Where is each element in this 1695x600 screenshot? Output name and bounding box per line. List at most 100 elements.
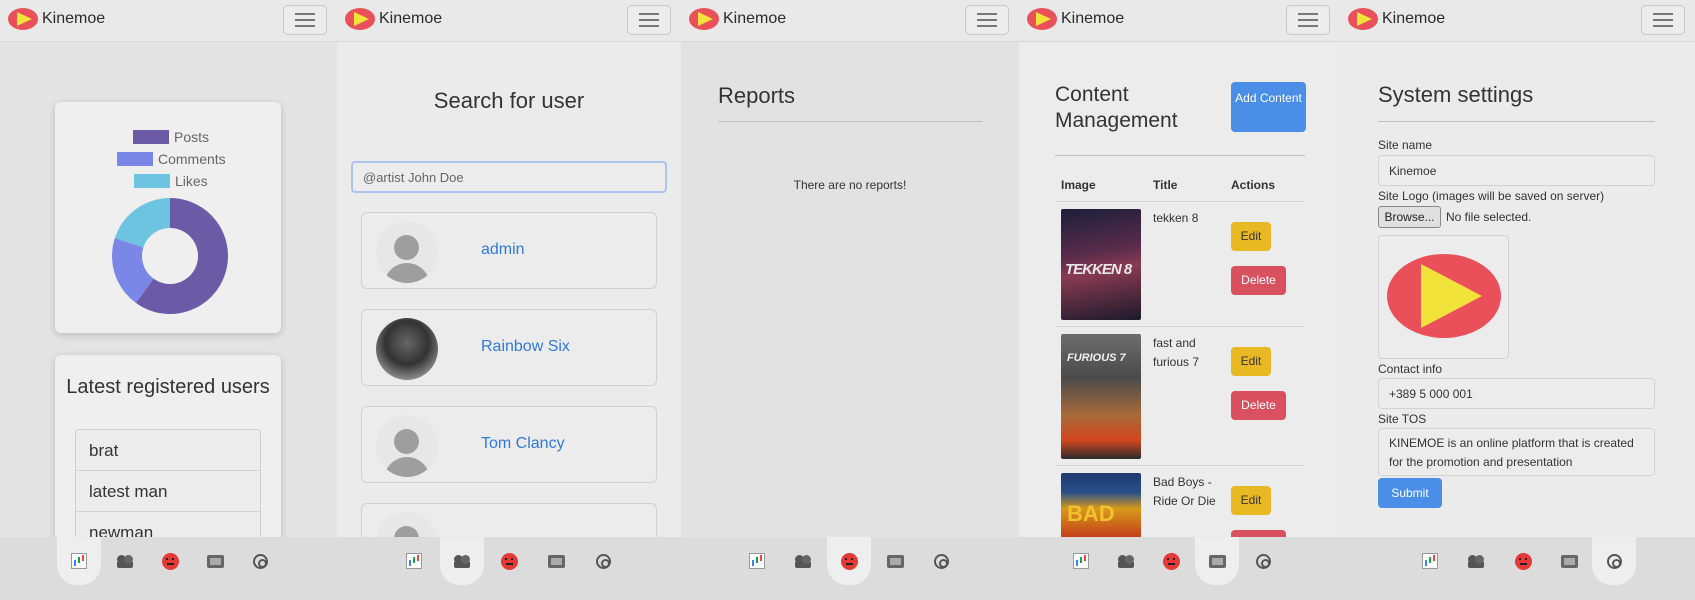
bottom-nav [681,537,1019,600]
film-icon [1208,554,1226,568]
empty-state-message: There are no reports! [793,178,907,192]
page-title: Reports [718,83,796,108]
site-tos-textarea[interactable]: KINEMOE is an online platform that is cr… [1378,428,1655,476]
gear-icon [252,553,268,569]
tab-users[interactable] [103,537,147,585]
latest-users-list: brat latest man newman [75,429,261,554]
latest-users-title: Latest registered users [66,376,270,398]
menu-toggle-button[interactable] [1286,5,1330,35]
tab-content[interactable] [873,537,917,585]
submit-button[interactable]: Submit [1378,478,1442,508]
film-icon [547,554,565,568]
doughnut-chart [112,198,228,314]
tab-content[interactable] [193,537,237,585]
contact-info-field[interactable] [1378,378,1655,409]
tab-statistics[interactable] [1408,537,1452,585]
navbar: Kinemoe [337,0,681,42]
user-name-link[interactable]: admin [481,241,525,259]
tab-content[interactable] [1547,537,1591,585]
tab-reports[interactable] [827,537,871,585]
logo-preview-icon [1387,254,1501,338]
brand[interactable]: Kinemoe [1348,8,1445,30]
brand[interactable]: Kinemoe [689,8,786,30]
tab-statistics[interactable] [735,537,779,585]
user-name-link[interactable]: Tom Clancy [481,435,565,453]
tab-reports[interactable] [1149,537,1193,585]
chart-icon [71,553,87,569]
edit-button[interactable]: Edit [1231,347,1271,376]
angry-face-icon [500,552,518,570]
chart-icon [1422,553,1438,569]
tab-reports[interactable] [487,537,531,585]
delete-button[interactable]: Delete [1231,266,1286,295]
column-header-actions: Actions [1231,178,1276,192]
users-icon [454,554,470,568]
tab-settings[interactable] [1592,537,1636,585]
legend-swatch-posts [133,130,169,144]
tab-statistics[interactable] [1059,537,1103,585]
site-name-field[interactable] [1378,155,1655,186]
content-poster-image: TEKKEN 8 [1061,209,1141,320]
tab-settings[interactable] [1241,537,1285,585]
list-item[interactable]: brat [76,430,260,471]
chart-icon [1073,553,1089,569]
bottom-nav [1340,537,1695,600]
logo-icon [1027,8,1057,30]
tab-users[interactable] [1104,537,1148,585]
tab-reports[interactable] [148,537,192,585]
site-tos-label: Site TOS [1378,412,1427,426]
add-content-button[interactable]: Add Content [1231,82,1306,132]
brand[interactable]: Kinemoe [8,8,105,30]
list-item[interactable]: latest man [76,471,260,512]
brand-name: Kinemoe [1382,10,1446,27]
tab-content[interactable] [534,537,578,585]
tab-users[interactable] [1454,537,1498,585]
search-input[interactable] [351,161,667,193]
angry-face-icon [1162,552,1180,570]
tab-users[interactable] [440,537,484,585]
edit-button[interactable]: Edit [1231,222,1271,251]
tab-settings[interactable] [238,537,282,585]
avatar [376,221,438,283]
legend-swatch-comments [117,152,153,166]
tab-reports[interactable] [1501,537,1545,585]
logo-preview [1378,235,1509,359]
content-poster-image: BAD [1061,473,1141,538]
edit-button[interactable]: Edit [1231,486,1271,515]
user-name-link[interactable]: Rainbow Six [481,338,570,356]
navbar: Kinemoe [1019,0,1340,42]
legend-swatch-likes [134,174,170,188]
row-divider [1056,465,1305,466]
user-card[interactable]: admin [361,212,657,289]
site-name-label: Site name [1378,138,1433,152]
legend-label-posts: Posts [174,129,210,145]
tab-users[interactable] [781,537,825,585]
site-logo-label: Site Logo (images will be saved on serve… [1378,189,1605,203]
tab-settings[interactable] [581,537,625,585]
legend-label-comments: Comments [158,151,226,167]
menu-toggle-button[interactable] [627,5,671,35]
brand[interactable]: Kinemoe [1027,8,1124,30]
user-card[interactable]: Tom Clancy [361,406,657,483]
user-card[interactable]: Rainbow Six [361,309,657,386]
bottom-nav [337,537,681,600]
browse-button[interactable]: Browse... [1378,206,1441,228]
logo-icon [8,8,38,30]
users-icon [1468,554,1484,568]
menu-toggle-button[interactable] [965,5,1009,35]
tab-settings[interactable] [919,537,963,585]
brand-name: Kinemoe [1061,10,1125,27]
delete-button[interactable]: Delete [1231,391,1286,420]
menu-toggle-button[interactable] [283,5,327,35]
tab-statistics[interactable] [392,537,436,585]
chart-icon [406,553,422,569]
brand-name: Kinemoe [42,10,106,27]
divider [1378,121,1655,122]
menu-toggle-button[interactable] [1641,5,1685,35]
tab-statistics[interactable] [57,537,101,585]
users-icon [117,554,133,568]
film-icon [206,554,224,568]
logo-icon [689,8,719,30]
brand[interactable]: Kinemoe [345,8,442,30]
tab-content[interactable] [1195,537,1239,585]
